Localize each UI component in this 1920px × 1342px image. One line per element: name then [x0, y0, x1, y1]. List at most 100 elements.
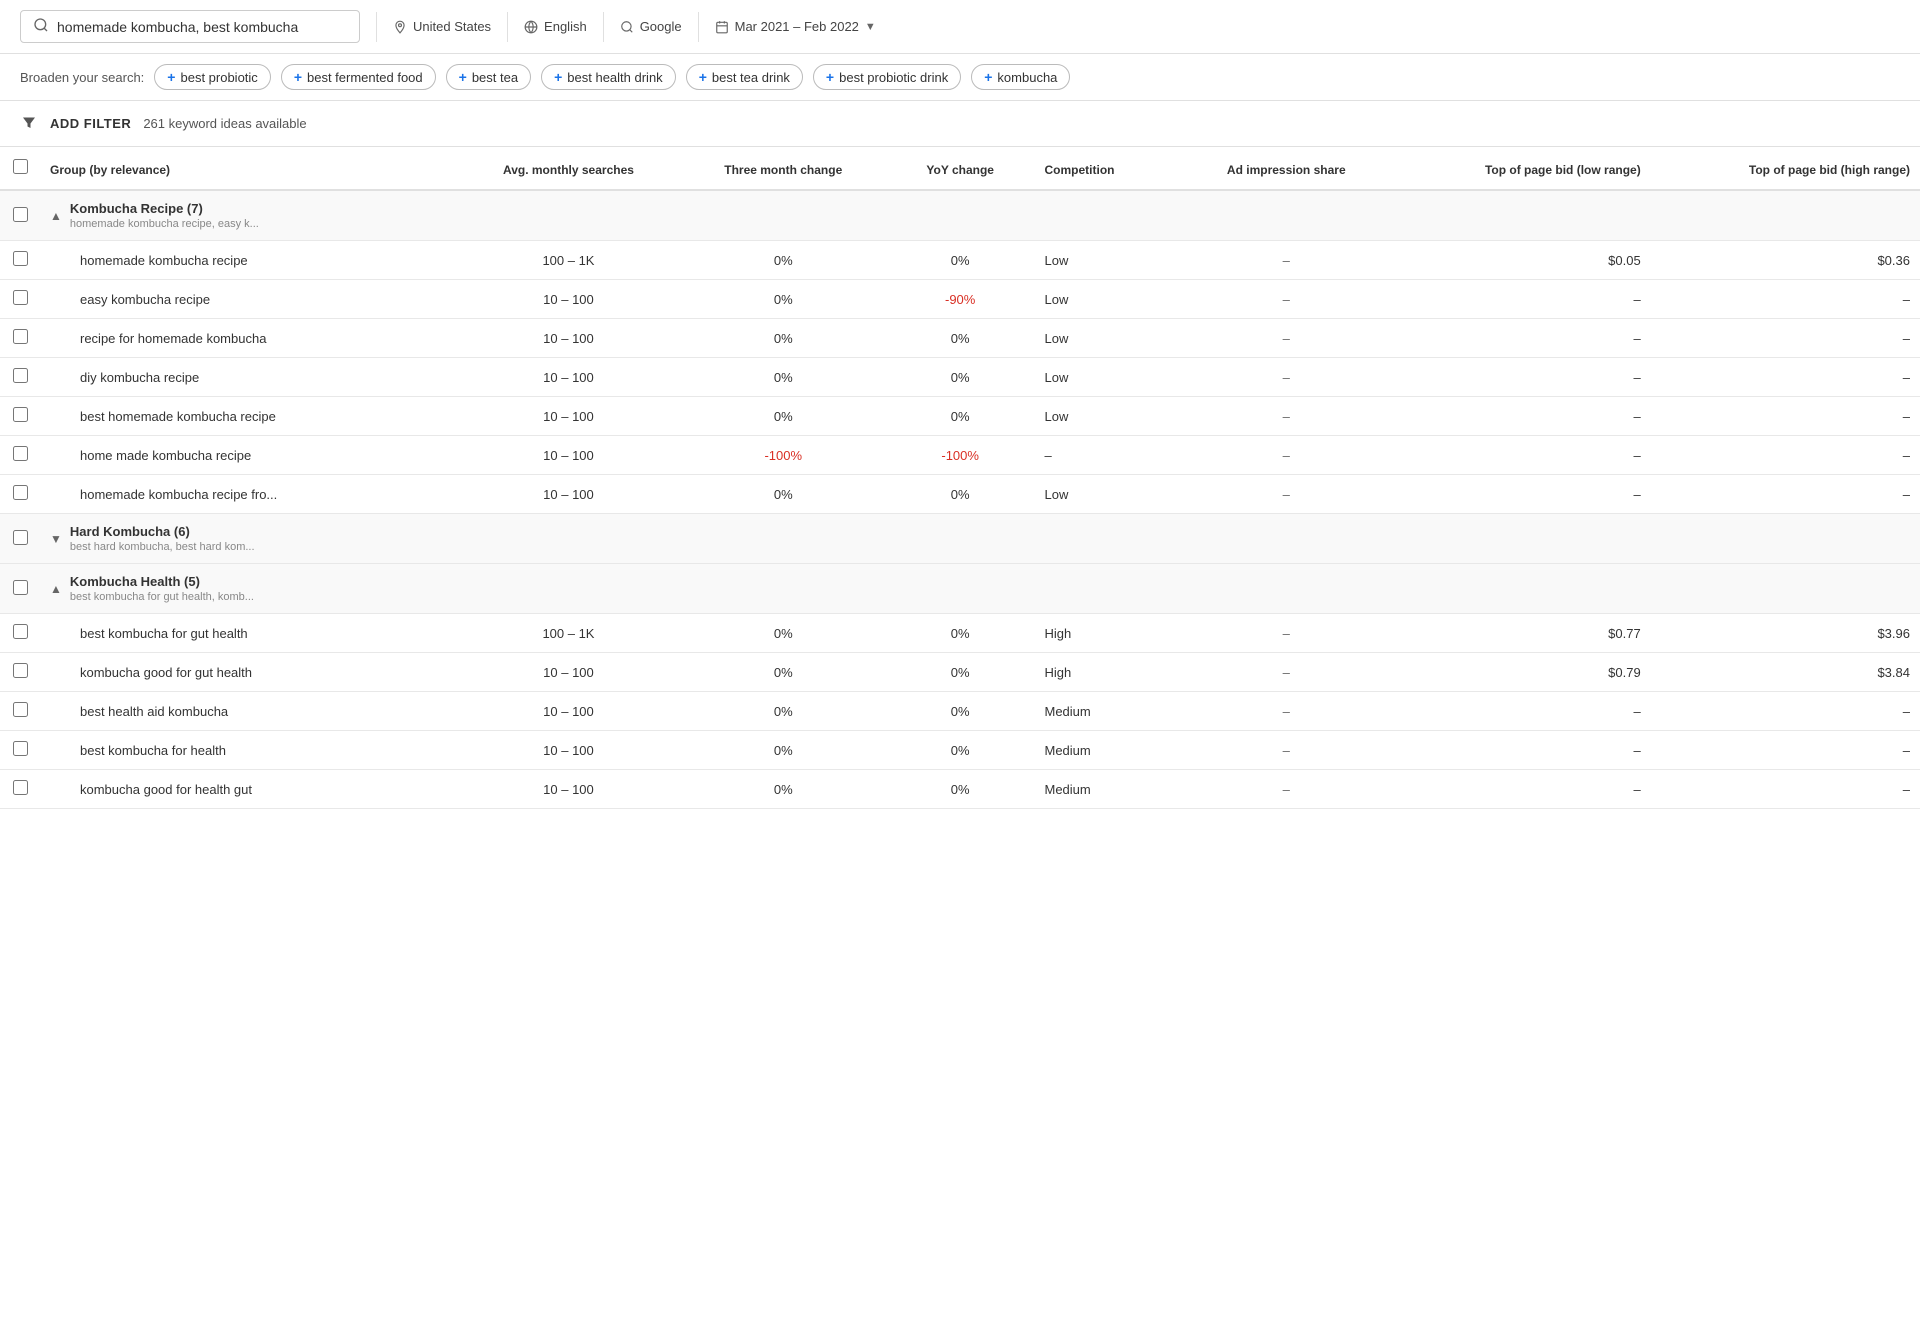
- competition-val: Low: [1035, 319, 1184, 358]
- keyword-checkbox-cell[interactable]: [0, 436, 40, 475]
- competition-val: Low: [1035, 475, 1184, 514]
- broaden-chip-best-health-drink[interactable]: + best health drink: [541, 64, 676, 90]
- competition-val: –: [1035, 436, 1184, 475]
- search-bar: United States English Google Mar 2021 – …: [0, 0, 1920, 54]
- keyword-checkbox-11[interactable]: [13, 663, 28, 678]
- yoy-val: -100%: [886, 436, 1035, 475]
- keyword-name: diy kombucha recipe: [40, 358, 456, 397]
- keyword-name: kombucha good for gut health: [40, 653, 456, 692]
- bid-high-val: –: [1651, 358, 1920, 397]
- keyword-checkbox-cell[interactable]: [0, 770, 40, 809]
- keyword-checkbox-cell[interactable]: [0, 614, 40, 653]
- keyword-checkbox-1[interactable]: [13, 251, 28, 266]
- bid-high-val: –: [1651, 280, 1920, 319]
- group-checkbox-cell[interactable]: [0, 190, 40, 241]
- select-all-checkbox[interactable]: [13, 159, 28, 174]
- bid-low-val: –: [1389, 475, 1650, 514]
- add-filter-button[interactable]: ADD FILTER: [50, 116, 131, 131]
- header-checkbox-cell[interactable]: [0, 147, 40, 190]
- search-icon: [33, 17, 49, 36]
- bid-high-val: –: [1651, 397, 1920, 436]
- three-month-val: 0%: [681, 731, 886, 770]
- group-checkbox-9[interactable]: [13, 580, 28, 595]
- plus-icon-1: +: [294, 69, 302, 85]
- competition-val: High: [1035, 614, 1184, 653]
- collapse-btn[interactable]: ▲: [50, 582, 62, 596]
- keyword-checkbox-3[interactable]: [13, 329, 28, 344]
- bid-low-val: –: [1389, 731, 1650, 770]
- bid-high-val: –: [1651, 731, 1920, 770]
- keyword-checkbox-cell[interactable]: [0, 241, 40, 280]
- keyword-name: recipe for homemade kombucha: [40, 319, 456, 358]
- avg-monthly-val: 10 – 100: [456, 397, 680, 436]
- engine-filter[interactable]: Google: [620, 19, 682, 34]
- expand-btn[interactable]: ▼: [50, 532, 62, 546]
- three-month-val: 0%: [681, 692, 886, 731]
- date-filter[interactable]: Mar 2021 – Feb 2022 ▼: [715, 19, 876, 34]
- broaden-label: Broaden your search:: [20, 70, 144, 85]
- table-row: homemade kombucha recipe fro... 10 – 100…: [0, 475, 1920, 514]
- ad-impression-val: –: [1183, 614, 1389, 653]
- keyword-checkbox-cell[interactable]: [0, 397, 40, 436]
- search-input[interactable]: [57, 19, 337, 35]
- ad-impression-val: –: [1183, 692, 1389, 731]
- ad-impression-val: –: [1183, 280, 1389, 319]
- location-filter[interactable]: United States: [393, 19, 491, 34]
- bid-low-val: –: [1389, 358, 1650, 397]
- broaden-chip-best-tea-drink[interactable]: + best tea drink: [686, 64, 803, 90]
- date-dropdown-arrow: ▼: [865, 21, 876, 33]
- broaden-chip-best-probiotic-drink[interactable]: + best probiotic drink: [813, 64, 961, 90]
- avg-monthly-val: 10 – 100: [456, 653, 680, 692]
- broaden-chip-best-tea[interactable]: + best tea: [446, 64, 531, 90]
- avg-monthly-val: 100 – 1K: [456, 614, 680, 653]
- broaden-chip-kombucha[interactable]: + kombucha: [971, 64, 1070, 90]
- bid-low-val: –: [1389, 692, 1650, 731]
- keyword-checkbox-4[interactable]: [13, 368, 28, 383]
- avg-monthly-val: 100 – 1K: [456, 241, 680, 280]
- yoy-val: 0%: [886, 614, 1035, 653]
- yoy-val: 0%: [886, 397, 1035, 436]
- language-filter[interactable]: English: [524, 19, 587, 34]
- avg-monthly-val: 10 – 100: [456, 436, 680, 475]
- keyword-checkbox-cell[interactable]: [0, 280, 40, 319]
- keyword-checkbox-10[interactable]: [13, 624, 28, 639]
- bid-high-val: –: [1651, 692, 1920, 731]
- keyword-checkbox-cell[interactable]: [0, 692, 40, 731]
- keyword-name: best kombucha for health: [40, 731, 456, 770]
- table-row: homemade kombucha recipe 100 – 1K 0% 0% …: [0, 241, 1920, 280]
- keyword-checkbox-cell[interactable]: [0, 475, 40, 514]
- group-checkbox-8[interactable]: [13, 530, 28, 545]
- three-month-val: 0%: [681, 319, 886, 358]
- keyword-name: best kombucha for gut health: [40, 614, 456, 653]
- three-month-val: 0%: [681, 241, 886, 280]
- broaden-chip-label-0: best probiotic: [180, 70, 257, 85]
- broaden-chip-best-probiotic[interactable]: + best probiotic: [154, 64, 271, 90]
- keyword-checkbox-7[interactable]: [13, 485, 28, 500]
- group-name: Kombucha Recipe (7): [70, 201, 259, 216]
- header-group: Group (by relevance): [40, 147, 456, 190]
- header-ad-impression: Ad impression share: [1183, 147, 1389, 190]
- group-checkbox-cell[interactable]: [0, 514, 40, 564]
- keyword-checkbox-6[interactable]: [13, 446, 28, 461]
- keyword-checkbox-14[interactable]: [13, 780, 28, 795]
- plus-icon-0: +: [167, 69, 175, 85]
- collapse-btn[interactable]: ▲: [50, 209, 62, 223]
- keyword-checkbox-cell[interactable]: [0, 358, 40, 397]
- group-name: Kombucha Health (5): [70, 574, 254, 589]
- broaden-chip-best-fermented-food[interactable]: + best fermented food: [281, 64, 436, 90]
- keyword-checkbox-cell[interactable]: [0, 731, 40, 770]
- search-input-wrapper[interactable]: [20, 10, 360, 43]
- filter-bar: ADD FILTER 261 keyword ideas available: [0, 101, 1920, 147]
- ad-impression-val: –: [1183, 397, 1389, 436]
- keyword-checkbox-12[interactable]: [13, 702, 28, 717]
- plus-icon-2: +: [459, 69, 467, 85]
- bid-high-val: $3.96: [1651, 614, 1920, 653]
- group-checkbox-0[interactable]: [13, 207, 28, 222]
- keyword-checkbox-13[interactable]: [13, 741, 28, 756]
- keyword-checkbox-2[interactable]: [13, 290, 28, 305]
- group-checkbox-cell[interactable]: [0, 564, 40, 614]
- keyword-checkbox-cell[interactable]: [0, 319, 40, 358]
- keyword-checkbox-cell[interactable]: [0, 653, 40, 692]
- keyword-checkbox-5[interactable]: [13, 407, 28, 422]
- three-month-val: 0%: [681, 397, 886, 436]
